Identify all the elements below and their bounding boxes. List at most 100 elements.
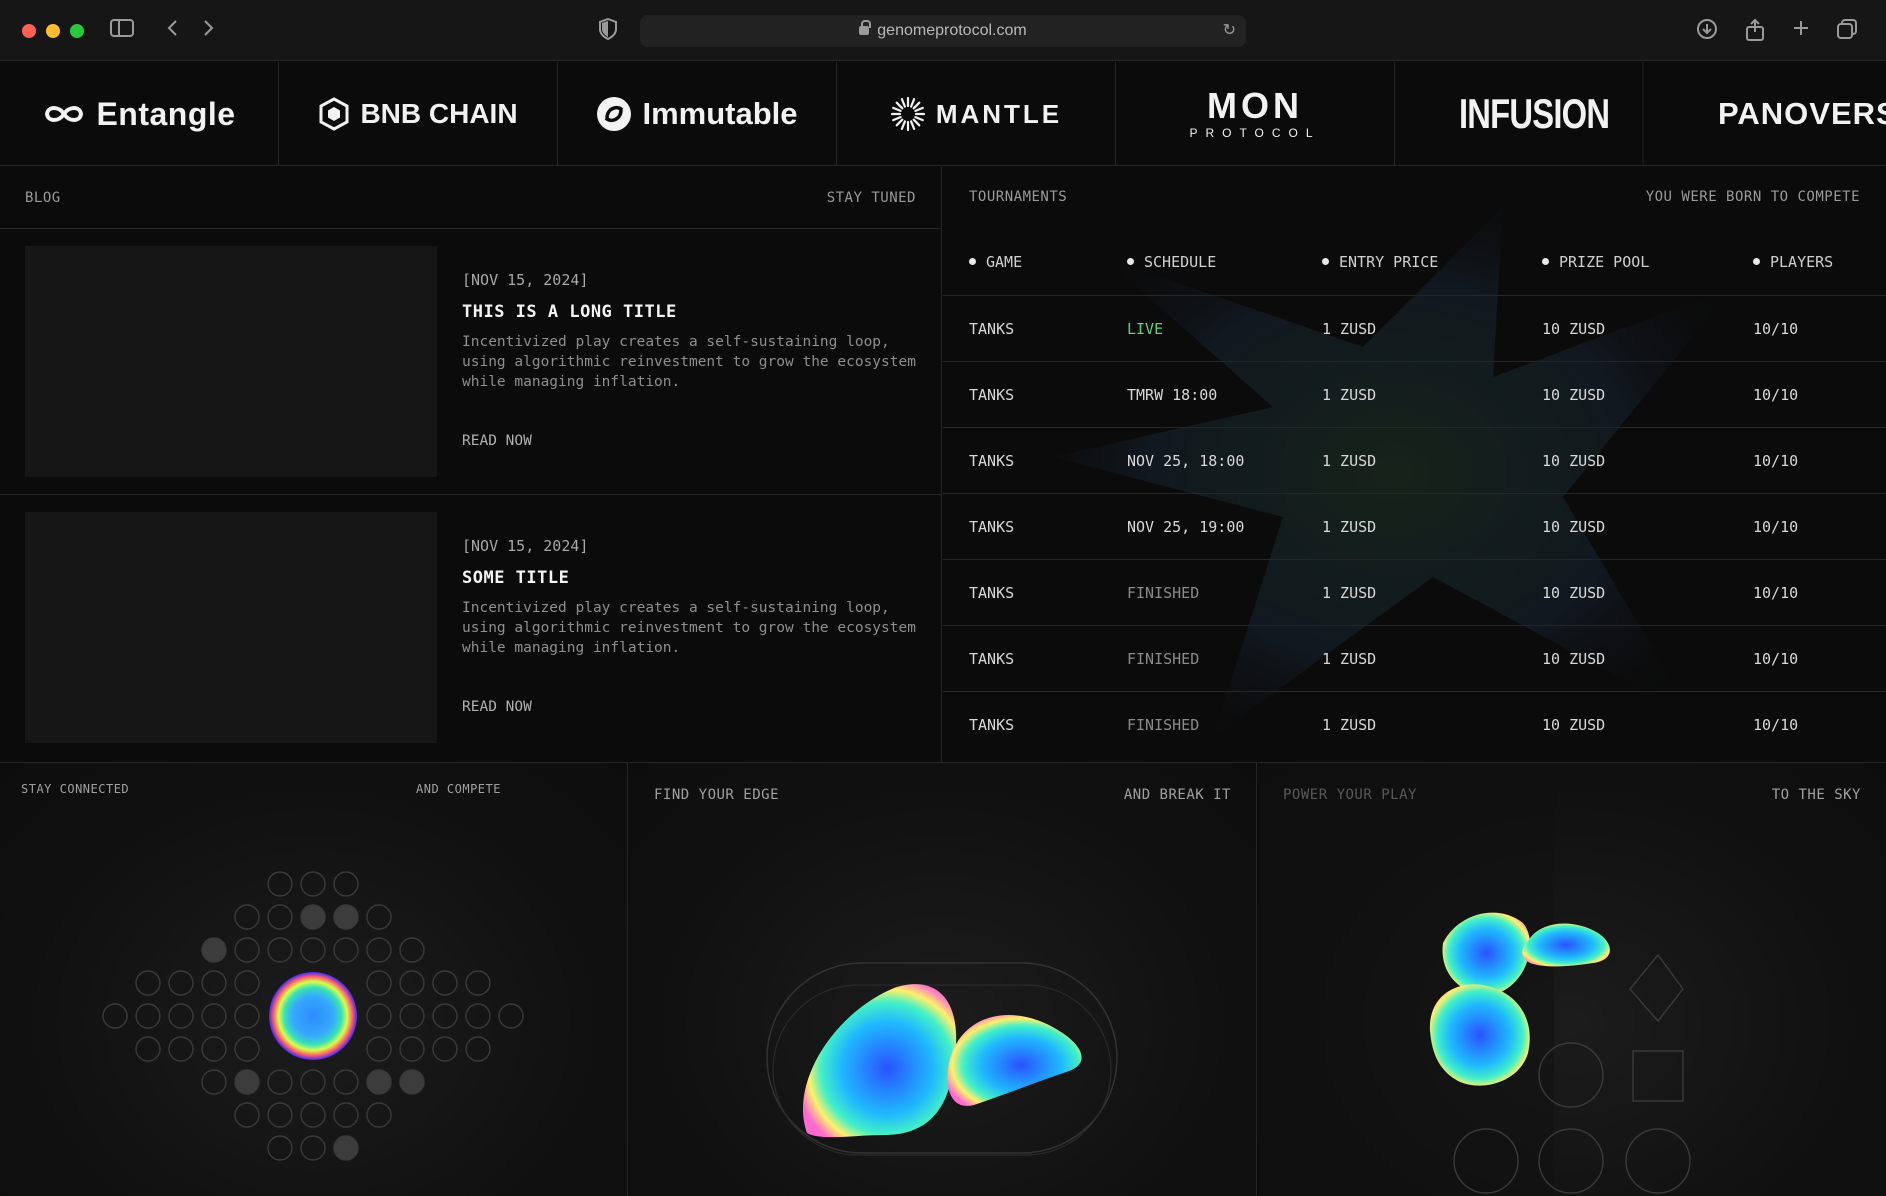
- blog-section: BLOG STAY TUNED [NOV 15, 2024] THIS IS A…: [0, 167, 942, 762]
- post-date: [NOV 15, 2024]: [462, 537, 589, 555]
- table-row[interactable]: TANKS FINISHED 1 ZUSD 10 ZUSD 10/10: [943, 692, 1886, 758]
- table-row[interactable]: TANKS FINISHED 1 ZUSD 10 ZUSD 10/10: [943, 560, 1886, 626]
- cell-prize-pool: 10 ZUSD: [1542, 452, 1606, 470]
- grid-dot: [234, 904, 260, 930]
- partner-bnb-name: BNB CHAIN: [360, 98, 518, 129]
- cell-prize-pool: 10 ZUSD: [1542, 650, 1606, 668]
- cell-players: 10/10: [1753, 716, 1799, 734]
- post-title[interactable]: SOME TITLE: [462, 568, 569, 588]
- partner-immutable[interactable]: Immutable: [558, 62, 837, 165]
- grid-dot: [366, 970, 392, 996]
- partner-logos: Entangle BNB CHAIN Immutable MANTLE MON …: [0, 62, 1886, 166]
- table-row[interactable]: TANKS NOV 25, 18:00 1 ZUSD 10 ZUSD 10/10: [943, 428, 1886, 494]
- close-window-button[interactable]: [22, 24, 36, 38]
- partner-entangle[interactable]: Entangle: [0, 62, 279, 165]
- mantle-sunburst-logo-icon: [890, 96, 926, 132]
- table-header-row: GAME SCHEDULE ENTRY PRICE PRIZE POOL PLA…: [943, 229, 1886, 296]
- grid-dot: [366, 1069, 392, 1095]
- partner-mantle-name: MANTLE: [935, 98, 1063, 129]
- grid-dot: [333, 1102, 359, 1128]
- infinity-logo-icon: [42, 102, 86, 126]
- back-icon[interactable]: [165, 18, 179, 43]
- cell-game: TANKS: [969, 650, 1015, 668]
- cell-game: TANKS: [969, 320, 1015, 338]
- cell-players: 10/10: [1753, 650, 1799, 668]
- post-thumbnail[interactable]: [25, 512, 437, 743]
- grid-dot: [201, 1003, 227, 1029]
- tab-overview-icon[interactable]: [1836, 18, 1858, 45]
- cell-game: TANKS: [969, 518, 1015, 536]
- partner-panovers[interactable]: PANOVERS: [1674, 62, 1886, 165]
- grid-dot: [201, 970, 227, 996]
- table-row[interactable]: TANKS FINISHED 1 ZUSD 10 ZUSD 10/10: [943, 626, 1886, 692]
- new-tab-icon[interactable]: [1791, 18, 1811, 43]
- read-now-link[interactable]: READ NOW: [462, 433, 532, 449]
- blog-post[interactable]: [NOV 15, 2024] SOME TITLE Incentivized p…: [0, 495, 942, 761]
- sidebar-toggle-icon[interactable]: [110, 18, 134, 43]
- grid-dot: [300, 1102, 326, 1128]
- dot-grid-orb-graphic: [102, 871, 524, 1161]
- partner-infusion[interactable]: INFUSION: [1426, 62, 1644, 165]
- share-icon[interactable]: [1744, 18, 1766, 47]
- grid-dot: [102, 1003, 128, 1029]
- cell-players: 10/10: [1753, 452, 1799, 470]
- cell-entry-price: 1 ZUSD: [1322, 386, 1377, 404]
- cell-entry-price: 1 ZUSD: [1322, 716, 1377, 734]
- shapes-blob-graphic: [1258, 763, 1691, 1196]
- partner-mantle[interactable]: MANTLE: [837, 62, 1116, 165]
- partner-panovers-name: PANOVERS: [1718, 96, 1886, 131]
- grid-dot: [366, 904, 392, 930]
- address-bar[interactable]: genomeprotocol.com ↻: [640, 15, 1246, 47]
- partner-mon-name: MON: [1207, 85, 1303, 126]
- cell-game: TANKS: [969, 452, 1015, 470]
- grid-dot: [432, 1036, 458, 1062]
- grid-dot: [399, 937, 425, 963]
- grid-dot: [432, 1003, 458, 1029]
- downloads-icon[interactable]: [1696, 18, 1718, 45]
- grid-dot: [333, 871, 359, 897]
- blog-post[interactable]: [NOV 15, 2024] THIS IS A LONG TITLE Ince…: [0, 229, 942, 495]
- read-now-link[interactable]: READ NOW: [462, 699, 532, 715]
- post-title[interactable]: THIS IS A LONG TITLE: [462, 302, 677, 322]
- feature-card-connect[interactable]: STAY CONNECTED AND COMPETE: [0, 762, 628, 1196]
- feature-card-power[interactable]: POWER YOUR PLAY TO THE SKY: [1258, 762, 1886, 1196]
- grid-dot: [333, 1135, 359, 1161]
- column-header-players[interactable]: PLAYERS: [1753, 253, 1833, 271]
- grid-dot: [399, 1003, 425, 1029]
- address-text: genomeprotocol.com: [640, 20, 1246, 40]
- grid-dot: [300, 1135, 326, 1161]
- partner-mon-subtitle: PROTOCOL: [1189, 126, 1321, 140]
- grid-dot: [432, 970, 458, 996]
- minimize-window-button[interactable]: [46, 24, 60, 38]
- table-row[interactable]: TANKS NOV 25, 19:00 1 ZUSD 10 ZUSD 10/10: [943, 494, 1886, 560]
- column-header-entry-price[interactable]: ENTRY PRICE: [1322, 253, 1438, 271]
- cell-prize-pool: 10 ZUSD: [1542, 584, 1606, 602]
- column-header-prize-pool[interactable]: PRIZE POOL: [1542, 253, 1649, 271]
- bnb-cube-logo-icon: [318, 97, 350, 131]
- privacy-shield-icon[interactable]: [598, 17, 618, 45]
- forward-icon[interactable]: [202, 18, 216, 43]
- cell-entry-price: 1 ZUSD: [1322, 452, 1377, 470]
- table-row[interactable]: TANKS LIVE 1 ZUSD 10 ZUSD 10/10: [943, 296, 1886, 362]
- partner-bnb-chain[interactable]: BNB CHAIN: [279, 62, 558, 165]
- partner-mon-protocol[interactable]: MON PROTOCOL: [1116, 62, 1395, 165]
- maximize-window-button[interactable]: [70, 24, 84, 38]
- cell-prize-pool: 10 ZUSD: [1542, 518, 1606, 536]
- feature-card-edge[interactable]: FIND YOUR EDGE AND BREAK IT: [629, 762, 1257, 1196]
- grid-dot: [234, 970, 260, 996]
- column-header-schedule[interactable]: SCHEDULE: [1127, 253, 1216, 271]
- cell-schedule: LIVE: [1127, 320, 1164, 338]
- column-header-game[interactable]: GAME: [969, 253, 1022, 271]
- reload-icon[interactable]: ↻: [1223, 20, 1236, 39]
- cell-entry-price: 1 ZUSD: [1322, 584, 1377, 602]
- tournaments-title: TOURNAMENTS: [969, 189, 1068, 205]
- cell-players: 10/10: [1753, 518, 1799, 536]
- table-row[interactable]: TANKS TMRW 18:00 1 ZUSD 10 ZUSD 10/10: [943, 362, 1886, 428]
- tournaments-tagline: YOU WERE BORN TO COMPETE: [1645, 189, 1860, 205]
- post-thumbnail[interactable]: [25, 246, 437, 477]
- grid-dot: [135, 1003, 161, 1029]
- tournaments-header: TOURNAMENTS YOU WERE BORN TO COMPETE: [943, 167, 1886, 229]
- cell-schedule: FINISHED: [1127, 584, 1200, 602]
- grid-dot: [300, 1069, 326, 1095]
- post-excerpt: Incentivized play creates a self-sustain…: [462, 600, 916, 656]
